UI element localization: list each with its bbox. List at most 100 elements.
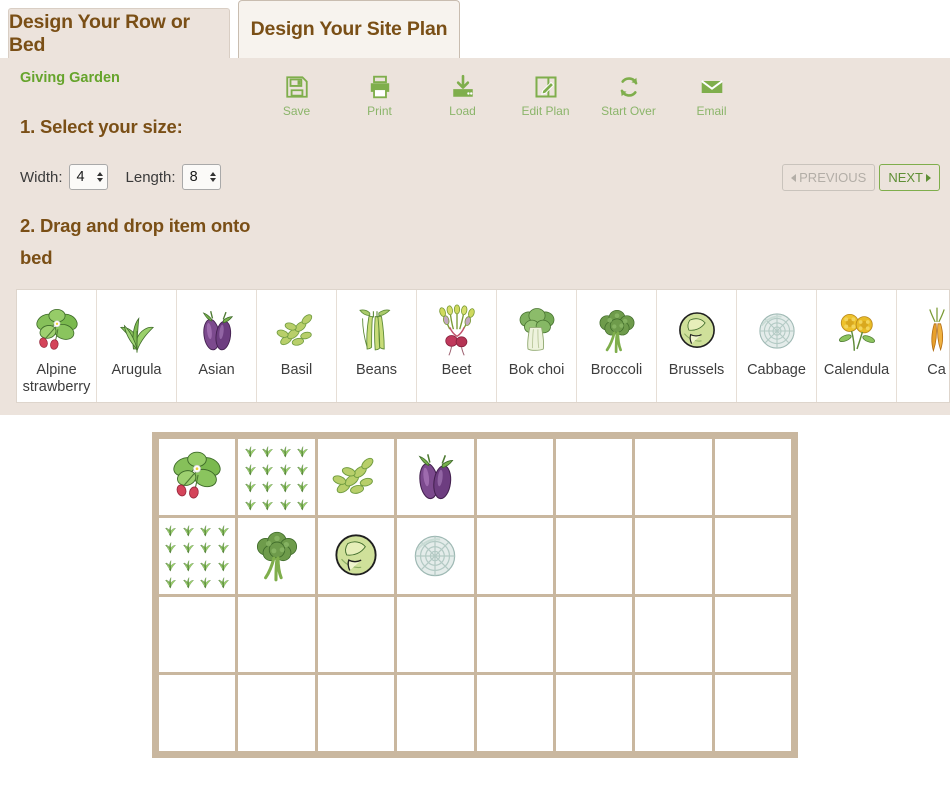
garden-cell[interactable] [317, 439, 395, 515]
garden-cell[interactable] [159, 517, 236, 594]
tool-label: Print [367, 104, 392, 118]
palette-item[interactable]: Brussels [657, 290, 737, 402]
length-value: 8 [189, 169, 198, 185]
start-over-button[interactable]: Start Over [587, 74, 670, 118]
tool-label: Email [696, 104, 727, 118]
pagination-controls: PREVIOUS NEXT [782, 164, 940, 191]
step-1-heading: 1. Select your size: [20, 116, 183, 137]
designer-panel: Giving Garden Save Print Load Edit Plan … [0, 58, 950, 415]
width-stepper[interactable]: 4 [68, 164, 108, 190]
email-button[interactable]: Email [670, 74, 753, 118]
garden-cell[interactable] [159, 439, 236, 515]
width-value: 4 [76, 169, 85, 185]
palette-item-label: Beet [441, 362, 472, 378]
load-button[interactable]: Load [421, 74, 504, 118]
garden-bed-frame [152, 432, 798, 758]
garden-cell[interactable] [714, 517, 791, 594]
beet-icon [426, 300, 488, 362]
palette-item[interactable]: Asian [177, 290, 257, 402]
palette-item-label: Ca [927, 362, 946, 378]
brussels-icon [318, 518, 394, 594]
garden-cell[interactable] [635, 439, 712, 515]
tab-design-row-or-bed[interactable]: Design Your Row or Bed [8, 8, 230, 58]
garden-cell[interactable] [317, 517, 395, 594]
garden-cell[interactable] [635, 517, 712, 594]
garden-cell[interactable] [714, 675, 791, 751]
garden-cell[interactable] [238, 439, 315, 515]
garden-cell[interactable] [476, 517, 553, 594]
previous-label: PREVIOUS [799, 170, 867, 185]
garden-cell[interactable] [476, 439, 553, 515]
envelope-icon [699, 74, 725, 100]
palette-item-label: Beans [355, 362, 398, 378]
garden-cell[interactable] [555, 596, 633, 673]
garden-cell[interactable] [397, 439, 474, 515]
garden-cell[interactable] [397, 517, 474, 594]
chevron-left-icon [791, 173, 797, 182]
spinner-arrows-icon [96, 172, 103, 182]
palette-item-label: Basil [280, 362, 313, 378]
length-stepper[interactable]: 8 [181, 164, 221, 190]
garden-cell[interactable] [317, 675, 395, 751]
garden-cell[interactable] [159, 675, 236, 751]
calendula-icon [826, 300, 888, 362]
edit-plan-button[interactable]: Edit Plan [504, 74, 587, 118]
broccoli-icon [586, 300, 648, 362]
eggplant-icon [186, 300, 248, 362]
palette-item[interactable]: Cabbage [737, 290, 817, 402]
palette-item[interactable]: Broccoli [577, 290, 657, 402]
chevron-right-icon [926, 173, 931, 182]
carrot-icon [906, 300, 950, 362]
tab-label: Design Your Row or Bed [9, 10, 190, 56]
size-selector-row: Width: 4 Length: 8 [20, 164, 221, 190]
palette-item[interactable]: Calendula [817, 290, 897, 402]
broccoli-icon [238, 518, 314, 594]
garden-cell[interactable] [238, 596, 315, 673]
palette-item-label: Bok choi [508, 362, 565, 378]
palette-item[interactable]: Bok choi [497, 290, 577, 402]
garden-name: Giving Garden [20, 70, 120, 86]
strawberry-icon [159, 439, 235, 515]
next-button[interactable]: NEXT [879, 164, 940, 191]
garden-cell[interactable] [238, 517, 315, 594]
palette-item[interactable]: Basil [257, 290, 337, 402]
garden-cell[interactable] [555, 439, 633, 515]
garden-cell[interactable] [635, 675, 712, 751]
garden-cell[interactable] [714, 439, 791, 515]
arugula-tiled-icon [162, 521, 232, 591]
garden-cell[interactable] [476, 675, 553, 751]
basil-icon [266, 300, 328, 362]
palette-item-label: Arugula [111, 362, 162, 378]
save-button[interactable]: Save [255, 74, 338, 118]
cabbage-icon [397, 518, 473, 594]
palette-item[interactable]: Arugula [97, 290, 177, 402]
spinner-arrows-icon [209, 172, 216, 182]
garden-cell[interactable] [159, 596, 236, 673]
palette-item[interactable]: Beans [337, 290, 417, 402]
plant-palette[interactable]: Alpine strawberry Arugula Asian Basil Beans B… [16, 289, 950, 403]
previous-button[interactable]: PREVIOUS [782, 164, 876, 191]
download-tray-icon [450, 74, 476, 100]
garden-bed-grid[interactable] [159, 439, 791, 751]
tab-design-site-plan[interactable]: Design Your Site Plan [238, 0, 460, 58]
palette-item-label: Alpine strawberry [22, 362, 91, 395]
palette-item[interactable]: Ca [897, 290, 950, 402]
basil-icon [318, 439, 394, 515]
toolbar: Save Print Load Edit Plan Start Over Ema… [255, 74, 753, 118]
garden-cell[interactable] [555, 517, 633, 594]
print-button[interactable]: Print [338, 74, 421, 118]
palette-item[interactable]: Alpine strawberry [17, 290, 97, 402]
garden-cell[interactable] [635, 596, 712, 673]
palette-item[interactable]: Beet [417, 290, 497, 402]
garden-cell[interactable] [238, 675, 315, 751]
garden-cell[interactable] [476, 596, 553, 673]
palette-item-label: Asian [198, 362, 235, 378]
garden-cell[interactable] [714, 596, 791, 673]
length-label: Length: [125, 168, 176, 186]
tool-label: Save [282, 104, 311, 118]
eggplant-icon [397, 439, 473, 515]
garden-cell[interactable] [397, 596, 474, 673]
garden-cell[interactable] [555, 675, 633, 751]
garden-cell[interactable] [317, 596, 395, 673]
garden-cell[interactable] [397, 675, 474, 751]
